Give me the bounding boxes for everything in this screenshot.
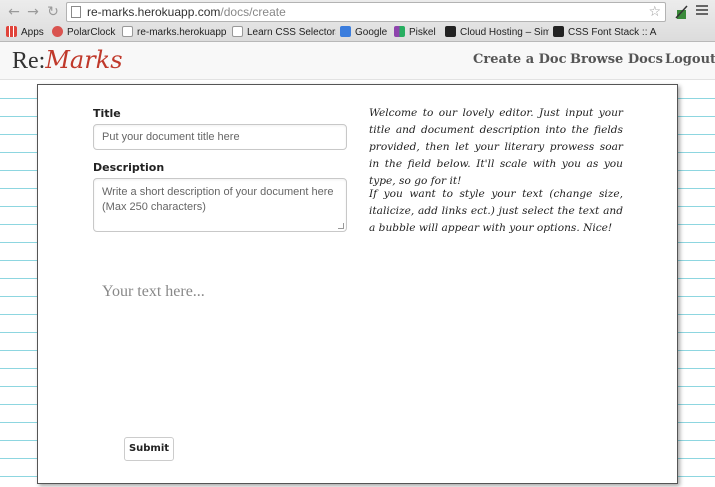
intro-paragraph-1: Welcome to our lovely editor. Just input… [369, 107, 623, 187]
bookmark-re-marks[interactable]: re-marks.herokuapp... [122, 25, 226, 41]
apps-grid-icon [6, 26, 17, 37]
bookmark-label: Apps [21, 27, 44, 38]
extension-icon[interactable] [674, 4, 690, 20]
bookmark-cloud-hosting[interactable]: Cloud Hosting – Sim [445, 25, 549, 41]
polarclock-icon [52, 26, 63, 37]
bookmark-star-icon[interactable]: ☆ [648, 4, 661, 20]
url-path: /docs/create [220, 5, 286, 19]
bookmark-label: Learn CSS Selectors [247, 27, 336, 38]
address-url: re-marks.herokuapp.com/docs/create [87, 5, 286, 19]
google-icon [340, 26, 351, 37]
piskel-icon [394, 26, 405, 37]
url-host: re-marks.herokuapp.com [87, 5, 221, 19]
fontstack-icon [553, 26, 564, 37]
bookmark-learn-css-selectors[interactable]: Learn CSS Selectors [232, 25, 336, 41]
bookmarks-bar: Apps PolarClock re-marks.herokuapp... Le… [0, 24, 715, 42]
intro-paragraph-2: If you want to style your text (change s… [369, 188, 623, 234]
page-icon [122, 26, 133, 37]
description-textarea[interactable]: Write a short description of your docume… [93, 178, 347, 232]
description-placeholder: Write a short description of your docume… [102, 186, 334, 213]
editor-card: Title Put your document title here Descr… [37, 84, 678, 484]
nav-logout[interactable]: Logout [665, 52, 715, 67]
bookmark-google[interactable]: Google [340, 25, 390, 41]
logo-accent-text: Marks [45, 46, 123, 74]
nav-browse-docs[interactable]: Browse Docs [570, 52, 663, 67]
nav-create-doc[interactable]: Create a Doc [473, 52, 567, 67]
bookmark-label: re-marks.herokuapp... [137, 27, 226, 38]
browser-chrome: ← → ↻ re-marks.herokuapp.com/docs/create… [0, 0, 715, 42]
document-editor[interactable]: Your text here... [102, 283, 205, 301]
back-arrow-icon[interactable]: ← [6, 4, 22, 20]
site-header: Re:Marks Create a Doc Browse Docs Logout [0, 42, 715, 80]
browser-menu-icon[interactable] [696, 5, 708, 17]
reload-icon[interactable]: ↻ [45, 4, 61, 20]
bookmark-label: Piskel [409, 27, 436, 38]
logo-text: Re: [12, 48, 46, 74]
bookmark-apps[interactable]: Apps [6, 25, 48, 41]
description-label: Description [93, 161, 165, 174]
resize-handle-icon[interactable] [338, 223, 344, 229]
forward-arrow-icon[interactable]: → [25, 4, 41, 20]
browser-toolbar: ← → ↻ re-marks.herokuapp.com/docs/create… [0, 0, 715, 24]
address-bar[interactable]: re-marks.herokuapp.com/docs/create ☆ [66, 2, 666, 22]
bookmark-polarclock[interactable]: PolarClock [52, 25, 118, 41]
cloud-icon [445, 26, 456, 37]
title-input[interactable]: Put your document title here [93, 124, 347, 150]
bookmark-label: Cloud Hosting – Sim [460, 27, 549, 38]
bookmark-label: PolarClock [67, 27, 116, 38]
page-icon [71, 6, 81, 18]
title-label: Title [93, 107, 121, 120]
page-icon [232, 26, 243, 37]
bookmark-piskel[interactable]: Piskel [394, 25, 440, 41]
bookmark-label: Google [355, 27, 388, 38]
bookmark-label: CSS Font Stack :: A c [568, 27, 657, 38]
site-logo[interactable]: Re:Marks [12, 46, 123, 75]
submit-button[interactable]: Submit [124, 437, 174, 461]
bookmark-css-font-stack[interactable]: CSS Font Stack :: A c [553, 25, 657, 41]
